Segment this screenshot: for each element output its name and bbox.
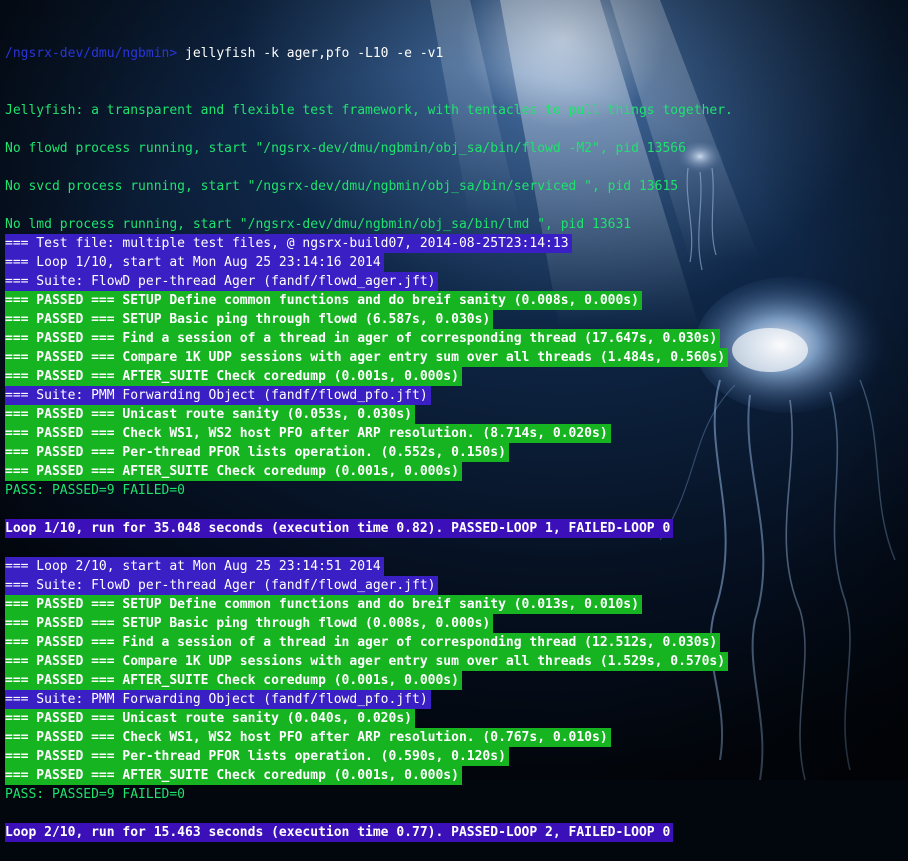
output-line: No lmd process running, start "/ngsrx-de… xyxy=(5,217,632,232)
suite-header-line: === Loop 1/10, start at Mon Aug 25 23:14… xyxy=(0,253,908,272)
output-line: No flowd process running, start "/ngsrx-… xyxy=(5,141,686,156)
pass-highlight: === PASSED === AFTER_SUITE Check coredum… xyxy=(5,462,462,481)
hdr-highlight: === Loop 2/10, start at Mon Aug 25 23:14… xyxy=(5,557,384,576)
passed-test-line: === PASSED === SETUP Basic ping through … xyxy=(0,614,908,633)
pass-highlight: === PASSED === SETUP Define common funct… xyxy=(5,595,642,614)
hdr-highlight: === Loop 1/10, start at Mon Aug 25 23:14… xyxy=(5,253,384,272)
log-lines: Jellyfish: a transparent and flexible te… xyxy=(0,101,908,842)
hdr-highlight: === Suite: PMM Forwarding Object (fandf/… xyxy=(5,690,431,709)
pass-highlight: === PASSED === SETUP Basic ping through … xyxy=(5,310,494,329)
pass-highlight: === PASSED === Find a session of a threa… xyxy=(5,633,721,652)
pass-highlight: === PASSED === SETUP Define common funct… xyxy=(5,291,642,310)
loop-highlight: Loop 1/10, run for 35.048 seconds (execu… xyxy=(5,519,674,538)
pass-highlight: === PASSED === Compare 1K UDP sessions w… xyxy=(5,348,729,367)
pass-highlight: === PASSED === Check WS1, WS2 host PFO a… xyxy=(5,424,611,443)
pass-highlight: === PASSED === Compare 1K UDP sessions w… xyxy=(5,652,729,671)
passed-test-line: === PASSED === Unicast route sanity (0.0… xyxy=(0,405,908,424)
loop-highlight: Loop 2/10, run for 15.463 seconds (execu… xyxy=(5,823,674,842)
suite-header-line: === Suite: PMM Forwarding Object (fandf/… xyxy=(0,690,908,709)
passed-test-line: === PASSED === Per-thread PFOR lists ope… xyxy=(0,443,908,462)
passed-test-line: === PASSED === Find a session of a threa… xyxy=(0,633,908,652)
pass-highlight: === PASSED === Unicast route sanity (0.0… xyxy=(5,709,415,728)
hdr-highlight: === Suite: FlowD per-thread Ager (fandf/… xyxy=(5,576,439,595)
output-line: PASS: PASSED=9 FAILED=0 xyxy=(5,787,186,802)
passed-test-line: === PASSED === SETUP Define common funct… xyxy=(0,291,908,310)
passed-test-line: === PASSED === Compare 1K UDP sessions w… xyxy=(0,348,908,367)
passed-test-line: === PASSED === AFTER_SUITE Check coredum… xyxy=(0,462,908,481)
pass-highlight: === PASSED === AFTER_SUITE Check coredum… xyxy=(5,766,462,785)
passed-test-line: === PASSED === Compare 1K UDP sessions w… xyxy=(0,652,908,671)
passed-test-line: === PASSED === SETUP Define common funct… xyxy=(0,595,908,614)
passed-test-line: === PASSED === Find a session of a threa… xyxy=(0,329,908,348)
passed-test-line: === PASSED === Check WS1, WS2 host PFO a… xyxy=(0,728,908,747)
passed-test-line: === PASSED === AFTER_SUITE Check coredum… xyxy=(0,671,908,690)
passed-test-line: === PASSED === AFTER_SUITE Check coredum… xyxy=(0,766,908,785)
loop-summary-line: Loop 2/10, run for 15.463 seconds (execu… xyxy=(0,823,908,842)
pass-highlight: === PASSED === AFTER_SUITE Check coredum… xyxy=(5,671,462,690)
output-line: No svcd process running, start "/ngsrx-d… xyxy=(5,179,679,194)
loop-summary-line: Loop 1/10, run for 35.048 seconds (execu… xyxy=(0,519,908,538)
pass-highlight: === PASSED === Check WS1, WS2 host PFO a… xyxy=(5,728,611,747)
pass-highlight: === PASSED === Find a session of a threa… xyxy=(5,329,721,348)
suite-header-line: === Suite: FlowD per-thread Ager (fandf/… xyxy=(0,576,908,595)
pass-highlight: === PASSED === Per-thread PFOR lists ope… xyxy=(5,443,509,462)
prompt-line: /ngsrx-dev/dmu/ngbmin> jellyfish -k ager… xyxy=(0,44,908,63)
suite-header-line: === Test file: multiple test files, @ ng… xyxy=(0,234,908,253)
suite-header-line: === Suite: PMM Forwarding Object (fandf/… xyxy=(0,386,908,405)
pass-highlight: === PASSED === SETUP Basic ping through … xyxy=(5,614,494,633)
hdr-highlight: === Suite: PMM Forwarding Object (fandf/… xyxy=(5,386,431,405)
hdr-highlight: === Test file: multiple test files, @ ng… xyxy=(5,234,572,253)
passed-test-line: === PASSED === AFTER_SUITE Check coredum… xyxy=(0,367,908,386)
prompt-path: /ngsrx-dev/dmu/ngbmin> xyxy=(5,46,178,61)
pass-highlight: === PASSED === AFTER_SUITE Check coredum… xyxy=(5,367,462,386)
pass-highlight: === PASSED === Unicast route sanity (0.0… xyxy=(5,405,415,424)
terminal-output[interactable]: /ngsrx-dev/dmu/ngbmin> jellyfish -k ager… xyxy=(0,6,908,842)
passed-test-line: === PASSED === SETUP Basic ping through … xyxy=(0,310,908,329)
passed-test-line: === PASSED === Check WS1, WS2 host PFO a… xyxy=(0,424,908,443)
suite-header-line: === Loop 2/10, start at Mon Aug 25 23:14… xyxy=(0,557,908,576)
output-line: PASS: PASSED=9 FAILED=0 xyxy=(5,483,186,498)
hdr-highlight: === Suite: FlowD per-thread Ager (fandf/… xyxy=(5,272,439,291)
suite-header-line: === Suite: FlowD per-thread Ager (fandf/… xyxy=(0,272,908,291)
prompt-command: jellyfish -k ager,pfo -L10 -e -v1 xyxy=(177,46,444,61)
passed-test-line: === PASSED === Per-thread PFOR lists ope… xyxy=(0,747,908,766)
pass-highlight: === PASSED === Per-thread PFOR lists ope… xyxy=(5,747,509,766)
passed-test-line: === PASSED === Unicast route sanity (0.0… xyxy=(0,709,908,728)
output-line: Jellyfish: a transparent and flexible te… xyxy=(5,103,733,118)
